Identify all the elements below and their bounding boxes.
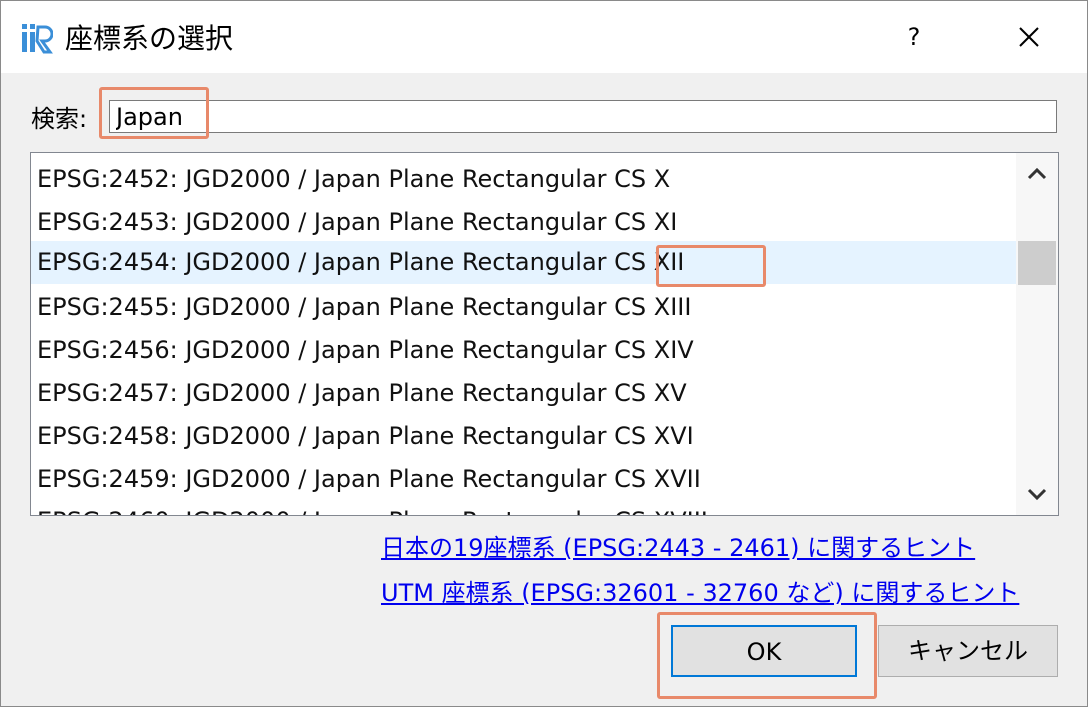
scroll-down-arrow-icon[interactable] — [1016, 473, 1058, 515]
list-item[interactable]: EPSG:2453: JGD2000 / Japan Plane Rectang… — [31, 201, 1016, 244]
scrollbar-thumb[interactable] — [1018, 241, 1056, 285]
list-item[interactable]: EPSG:2452: JGD2000 / Japan Plane Rectang… — [31, 158, 1016, 201]
close-icon[interactable] — [1011, 19, 1047, 55]
list-item[interactable]: EPSG:2457: JGD2000 / Japan Plane Rectang… — [31, 372, 1016, 415]
dialog-title: 座標系の選択 — [65, 22, 234, 55]
help-button[interactable]: ? — [899, 19, 929, 55]
list-item[interactable]: EPSG:2458: JGD2000 / Japan Plane Rectang… — [31, 415, 1016, 458]
japan-coordinate-hint-link[interactable]: 日本の19座標系 (EPSG:2443 - 2461) に関するヒント — [381, 533, 975, 563]
utm-coordinate-hint-link[interactable]: UTM 座標系 (EPSG:32601 - 32760 など) に関するヒント — [381, 578, 1019, 608]
list-item[interactable]: EPSG:2460: JGD2000 / Japan Plane Rectang… — [31, 500, 1016, 515]
search-label: 検索: — [31, 105, 88, 133]
search-input[interactable] — [109, 100, 1057, 133]
list-item-selected[interactable]: EPSG:2454: JGD2000 / Japan Plane Rectang… — [31, 241, 1016, 284]
coordinate-system-dialog: 座標系の選択 ? 検索: EPSG:2452: JGD2000 / Japan … — [0, 0, 1088, 707]
list-item[interactable]: EPSG:2456: JGD2000 / Japan Plane Rectang… — [31, 329, 1016, 372]
app-logo-icon — [22, 24, 53, 54]
list-item[interactable]: EPSG:2455: JGD2000 / Japan Plane Rectang… — [31, 286, 1016, 329]
cancel-button[interactable]: キャンセル — [878, 625, 1058, 677]
scroll-up-arrow-icon[interactable] — [1016, 153, 1058, 195]
coordinate-system-list[interactable]: EPSG:2452: JGD2000 / Japan Plane Rectang… — [30, 152, 1059, 516]
ok-button[interactable]: OK — [671, 625, 857, 677]
title-bar: 座標系の選択 ? — [1, 1, 1087, 73]
vertical-scrollbar[interactable] — [1016, 153, 1058, 515]
list-item[interactable]: EPSG:2459: JGD2000 / Japan Plane Rectang… — [31, 458, 1016, 501]
